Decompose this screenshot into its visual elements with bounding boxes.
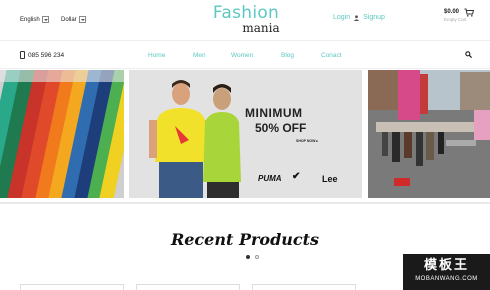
currency-label: Dollar	[61, 16, 77, 23]
slider-dot-2[interactable]	[255, 255, 259, 259]
product-card[interactable]	[136, 284, 240, 290]
clothing-rack-image	[0, 70, 124, 198]
nav-men[interactable]: Men	[193, 52, 206, 59]
cart-price: $0.00	[444, 9, 460, 15]
nav-home[interactable]: Home	[148, 52, 165, 59]
user-icon	[353, 14, 360, 21]
site-logo[interactable]: Fashion mania	[205, 4, 287, 34]
section-title: Recent Products	[170, 230, 320, 249]
nav-contact[interactable]: Conact	[321, 52, 342, 59]
top-bar: English Dollar Fashion mania Login Signu…	[0, 0, 490, 40]
brand-lee: Lee	[322, 174, 338, 184]
currency-select[interactable]: Dollar	[61, 16, 86, 23]
logo-line1: Fashion	[212, 3, 280, 23]
watermark-logo: 模板王 MOBANWANG.COM	[403, 254, 490, 290]
watermark-line2: MOBANWANG.COM	[415, 276, 478, 282]
chevron-down-icon	[41, 16, 49, 23]
nav-women[interactable]: Women	[231, 52, 253, 59]
promo-banner[interactable]: MINIMUM 50% OFF SHOP NOW ▸ PUMA ✔ Lee	[129, 70, 362, 198]
street-market-image	[368, 70, 490, 198]
search-icon[interactable]	[465, 51, 472, 58]
slider-dot-1[interactable]	[246, 255, 250, 259]
hero-slider[interactable]: MINIMUM 50% OFF SHOP NOW ▸ PUMA ✔ Lee	[0, 70, 490, 259]
promo-line2: 50% OFF	[255, 121, 307, 135]
phone-icon	[20, 51, 25, 59]
cart-status: Empty Cart	[444, 17, 467, 22]
main-nav: 085 596 234 Home Men Women Blog Conact	[0, 40, 490, 69]
login-link[interactable]: Login	[333, 14, 350, 21]
product-card[interactable]	[20, 284, 124, 290]
auth-links: Login Signup	[333, 14, 385, 21]
brand-puma: PUMA	[258, 174, 282, 183]
language-select[interactable]: English	[20, 16, 49, 23]
cart-icon[interactable]	[464, 8, 474, 17]
watermark-line1: 模板王	[423, 257, 469, 272]
promo-line1: MINIMUM	[245, 106, 303, 120]
chevron-down-icon	[78, 16, 86, 23]
logo-line2: mania	[242, 21, 280, 35]
divider	[0, 202, 490, 204]
shop-now-link[interactable]: SHOP NOW ▸	[296, 139, 318, 143]
phone-contact: 085 596 234	[20, 51, 64, 59]
phone-number: 085 596 234	[28, 51, 65, 59]
product-card[interactable]	[252, 284, 356, 290]
nav-blog[interactable]: Blog	[281, 52, 294, 59]
language-label: English	[20, 16, 40, 23]
signup-link[interactable]: Signup	[363, 14, 385, 21]
brand-nike: ✔	[292, 171, 301, 182]
